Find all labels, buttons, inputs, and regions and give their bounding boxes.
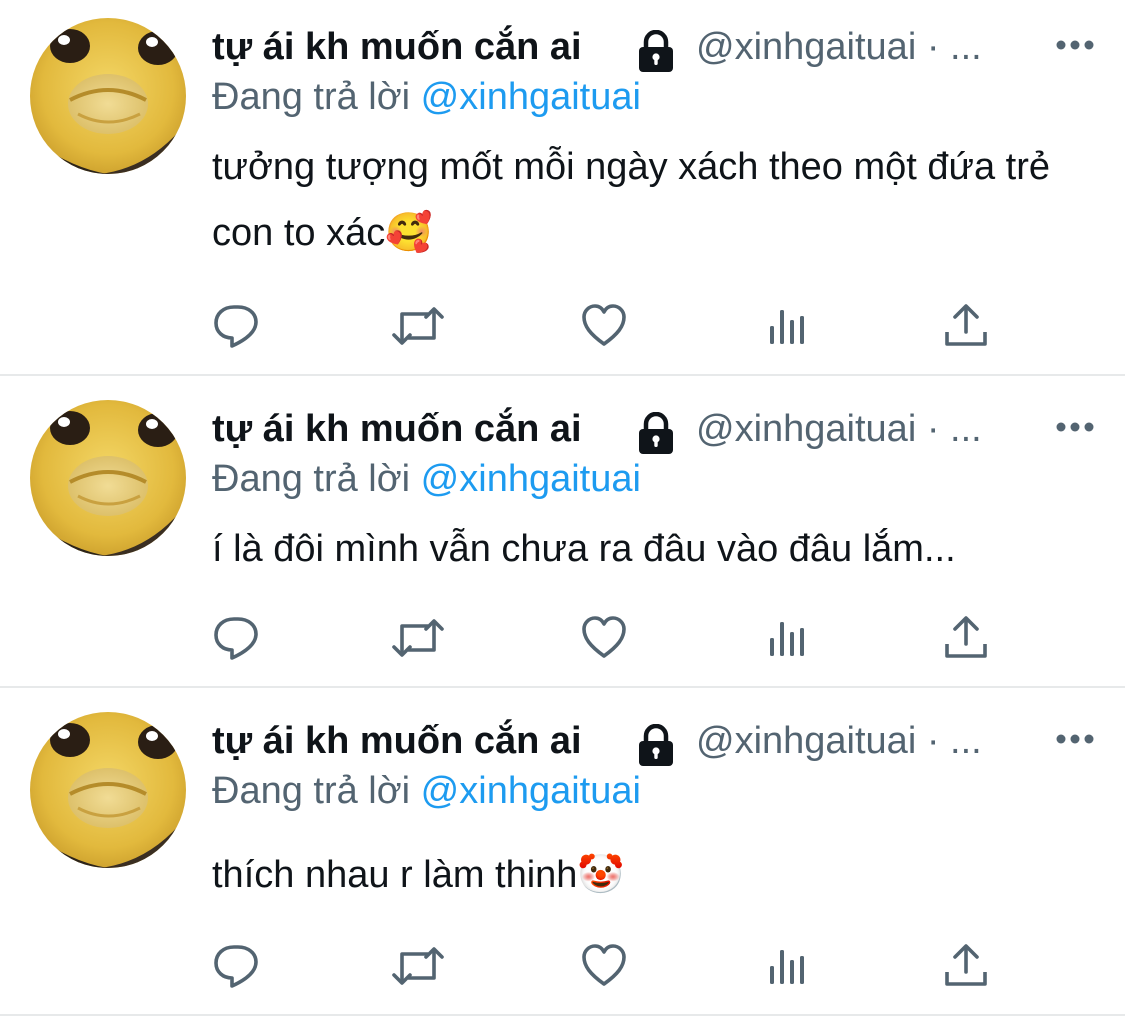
avatar[interactable] bbox=[30, 18, 186, 174]
more-icon[interactable] bbox=[1055, 38, 1095, 52]
avatar[interactable] bbox=[30, 712, 186, 868]
tweet-header: tự ái kh muốn cắn ai @xinhgaituai · ... bbox=[212, 720, 1095, 774]
action-bar bbox=[212, 302, 1002, 352]
analytics-icon[interactable] bbox=[764, 302, 812, 350]
share-icon[interactable] bbox=[942, 302, 990, 350]
lock-icon bbox=[634, 412, 678, 456]
reply-icon[interactable] bbox=[212, 614, 260, 662]
handle[interactable]: @xinhgaituai · ... bbox=[696, 720, 982, 763]
reply-prefix: Đang trả lời bbox=[212, 76, 411, 118]
tweet-text: thích nhau r làm thinh🤡 bbox=[212, 854, 625, 896]
action-bar bbox=[212, 942, 1002, 992]
avatar-image bbox=[30, 18, 186, 174]
more-icon[interactable] bbox=[1055, 732, 1095, 746]
lock-icon bbox=[634, 724, 678, 768]
reply-icon[interactable] bbox=[212, 942, 260, 990]
tweet-text: í là đôi mình vẫn chưa ra đâu vào đâu lắ… bbox=[212, 528, 956, 570]
avatar[interactable] bbox=[30, 400, 186, 556]
avatar-image bbox=[30, 400, 186, 556]
tweet[interactable]: tự ái kh muốn cắn ai @xinhgaituai · ... … bbox=[0, 0, 1125, 376]
tweet-text: tưởng tượng mốt mỗi ngày xách theo một đ… bbox=[212, 146, 1050, 254]
tweet-header: tự ái kh muốn cắn ai @xinhgaituai · ... bbox=[212, 26, 1095, 80]
avatar-image bbox=[30, 712, 186, 868]
handle[interactable]: @xinhgaituai · ... bbox=[696, 408, 982, 451]
action-bar bbox=[212, 614, 1002, 664]
tweet[interactable]: tự ái kh muốn cắn ai @xinhgaituai · ... … bbox=[0, 688, 1125, 1016]
reply-mention-link[interactable]: @xinhgaituai bbox=[421, 458, 641, 500]
share-icon[interactable] bbox=[942, 614, 990, 662]
display-name[interactable]: tự ái kh muốn cắn ai bbox=[212, 720, 582, 763]
handle[interactable]: @xinhgaituai · ... bbox=[696, 26, 982, 69]
analytics-icon[interactable] bbox=[764, 942, 812, 990]
retweet-icon[interactable] bbox=[390, 302, 446, 350]
reply-context: Đang trả lời @xinhgaituai bbox=[212, 76, 641, 119]
share-icon[interactable] bbox=[942, 942, 990, 990]
reply-mention-link[interactable]: @xinhgaituai bbox=[421, 770, 641, 812]
heart-icon[interactable] bbox=[580, 942, 628, 990]
tweet-header: tự ái kh muốn cắn ai @xinhgaituai · ... bbox=[212, 408, 1095, 462]
reply-mention-link[interactable]: @xinhgaituai bbox=[421, 76, 641, 118]
display-name[interactable]: tự ái kh muốn cắn ai bbox=[212, 26, 582, 69]
retweet-icon[interactable] bbox=[390, 942, 446, 990]
display-name[interactable]: tự ái kh muốn cắn ai bbox=[212, 408, 582, 451]
retweet-icon[interactable] bbox=[390, 614, 446, 662]
reply-context: Đang trả lời @xinhgaituai bbox=[212, 770, 641, 813]
heart-icon[interactable] bbox=[580, 614, 628, 662]
analytics-icon[interactable] bbox=[764, 614, 812, 662]
heart-icon[interactable] bbox=[580, 302, 628, 350]
reply-context: Đang trả lời @xinhgaituai bbox=[212, 458, 641, 501]
reply-prefix: Đang trả lời bbox=[212, 770, 411, 812]
reply-icon[interactable] bbox=[212, 302, 260, 350]
more-icon[interactable] bbox=[1055, 420, 1095, 434]
reply-prefix: Đang trả lời bbox=[212, 458, 411, 500]
lock-icon bbox=[634, 30, 678, 74]
tweet[interactable]: tự ái kh muốn cắn ai @xinhgaituai · ... … bbox=[0, 376, 1125, 688]
